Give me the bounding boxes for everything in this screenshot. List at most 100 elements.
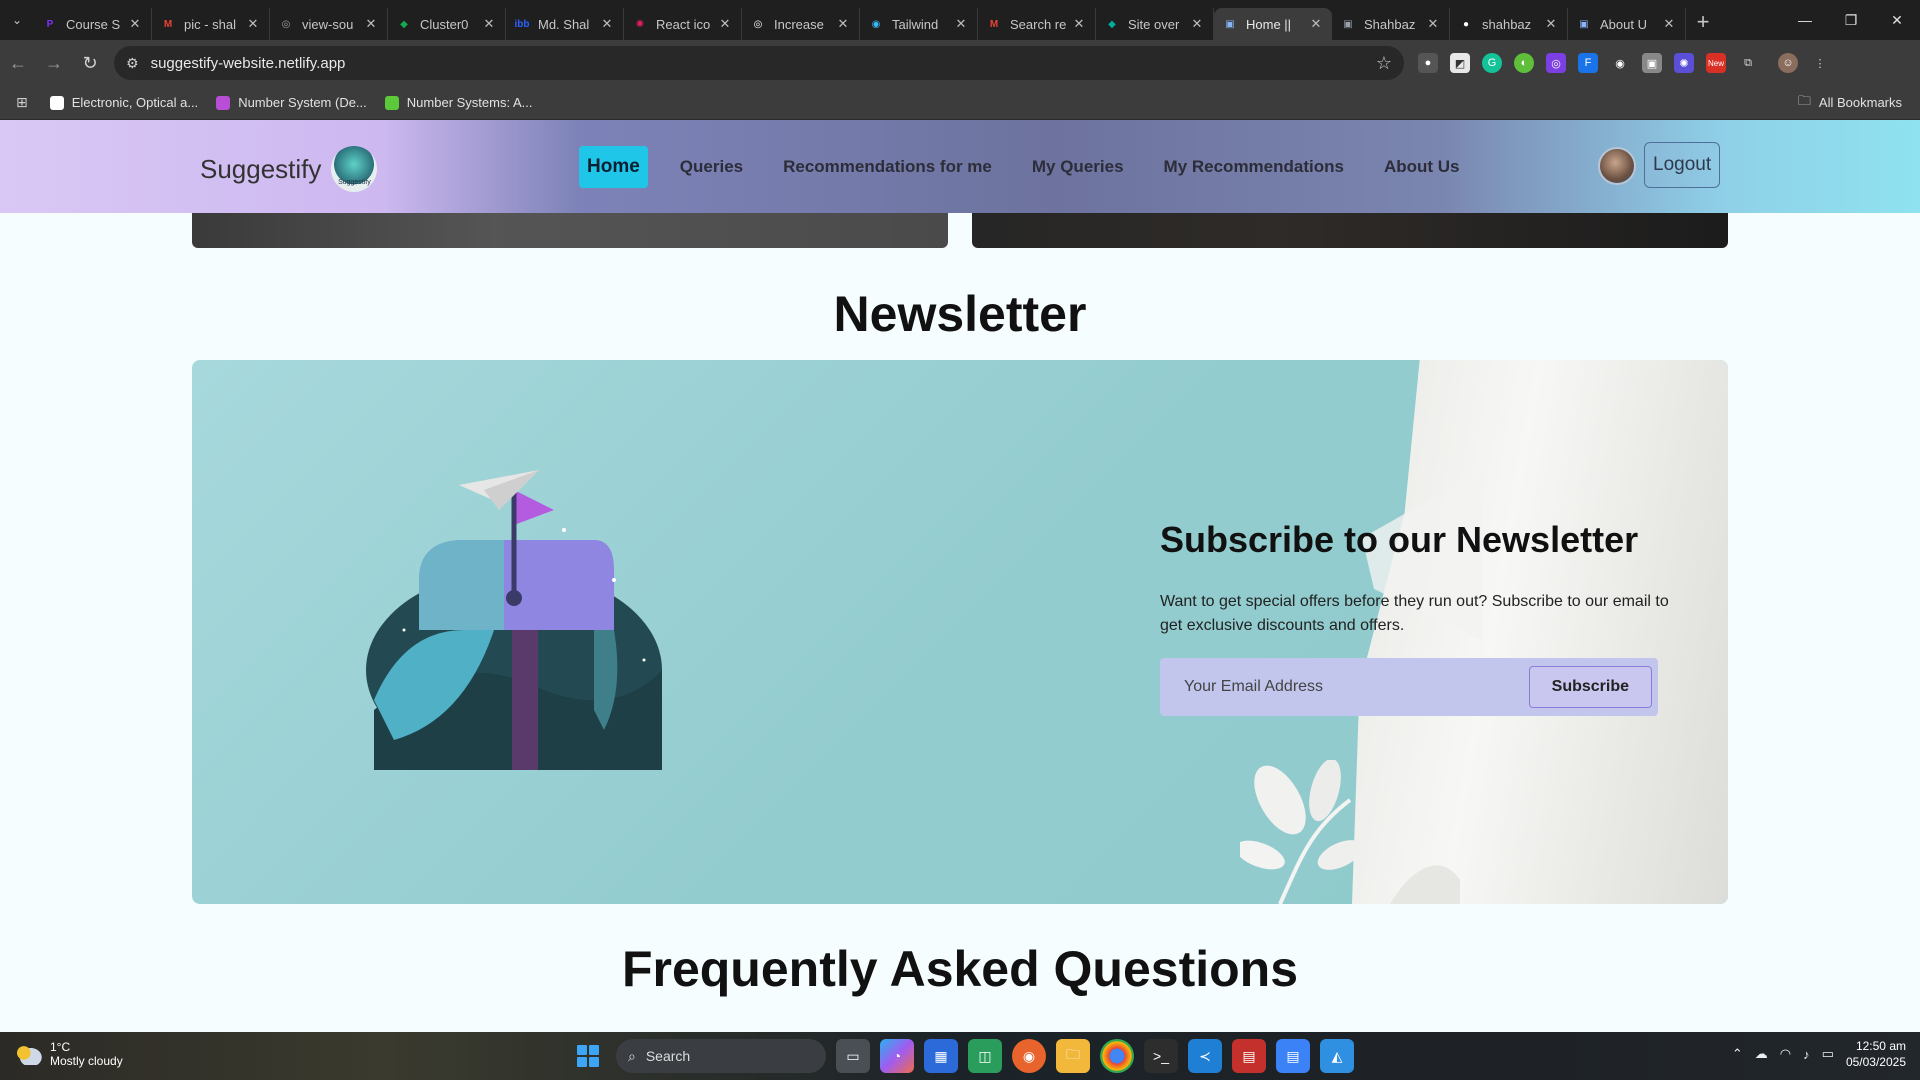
browser-tab[interactable]: ✺ React ico ✕ bbox=[624, 8, 742, 40]
tab-close-icon[interactable]: ✕ bbox=[1308, 16, 1324, 32]
extension-icon[interactable]: ◎ bbox=[1546, 53, 1566, 73]
user-avatar[interactable] bbox=[1598, 147, 1636, 185]
nav-link-queries[interactable]: Queries bbox=[672, 147, 751, 187]
onedrive-icon[interactable]: ☁ bbox=[1755, 1046, 1768, 1062]
bookmark-item[interactable]: Number System (De... bbox=[216, 95, 367, 110]
extension-icon[interactable]: ◉ bbox=[1610, 53, 1630, 73]
tab-close-icon[interactable]: ✕ bbox=[953, 16, 969, 32]
browser-tab[interactable]: ibb Md. Shal ✕ bbox=[506, 8, 624, 40]
reload-icon[interactable]: ↻ bbox=[72, 45, 108, 81]
tab-close-icon[interactable]: ✕ bbox=[1189, 16, 1205, 32]
clock[interactable]: 12:50 am 05/03/2025 bbox=[1846, 1038, 1906, 1070]
apps-grid-icon[interactable]: ⊞ bbox=[16, 94, 28, 111]
extension-icon[interactable]: ◩ bbox=[1450, 53, 1470, 73]
browser-tab[interactable]: P Course S ✕ bbox=[34, 8, 152, 40]
store-icon[interactable]: ▦ bbox=[924, 1039, 958, 1073]
nav-link-recommendations-for-me[interactable]: Recommendations for me bbox=[775, 147, 1000, 187]
browser-tab[interactable]: ◉ Tailwind ✕ bbox=[860, 8, 978, 40]
file-explorer-icon[interactable]: 🗀 bbox=[1056, 1039, 1090, 1073]
profile-avatar-icon[interactable]: ☺ bbox=[1778, 53, 1798, 73]
app-icon[interactable]: ▤ bbox=[1232, 1039, 1266, 1073]
clock-time: 12:50 am bbox=[1855, 1039, 1906, 1053]
vscode-icon[interactable]: ≺ bbox=[1188, 1039, 1222, 1073]
browser-tab[interactable]: ◆ Cluster0 ✕ bbox=[388, 8, 506, 40]
brand[interactable]: Suggestify Suggestify bbox=[200, 146, 378, 192]
copilot-icon[interactable]: ◔ bbox=[880, 1039, 914, 1073]
tab-close-icon[interactable]: ✕ bbox=[1071, 16, 1087, 32]
extensions-puzzle-icon[interactable]: ⧉ bbox=[1738, 53, 1758, 73]
browser-tab[interactable]: ▣ Shahbaz ✕ bbox=[1332, 8, 1450, 40]
site-navbar: Suggestify Suggestify Home Queries Recomme… bbox=[0, 120, 1920, 213]
tab-search-chevron-icon[interactable]: ⌄ bbox=[0, 0, 34, 40]
browser-tab[interactable]: ◎ Increase ✕ bbox=[742, 8, 860, 40]
tab-title: Shahbaz bbox=[1364, 16, 1416, 32]
address-bar[interactable]: ⚙ suggestify-website.netlify.app ☆ bbox=[114, 46, 1404, 80]
brand-name[interactable]: Suggestify bbox=[200, 154, 321, 185]
wifi-icon[interactable]: ◠ bbox=[1780, 1046, 1791, 1062]
subscribe-heading: Subscribe to our Newsletter bbox=[1160, 519, 1639, 560]
email-input[interactable] bbox=[1184, 678, 1529, 697]
chrome-icon[interactable] bbox=[1100, 1039, 1134, 1073]
browser-tab[interactable]: ▣ Home || ✕ bbox=[1214, 8, 1332, 40]
grammarly-icon[interactable]: G bbox=[1482, 53, 1502, 73]
all-bookmarks-button[interactable]: 🗀 All Bookmarks bbox=[1798, 92, 1902, 114]
firefox-icon[interactable]: ◉ bbox=[1012, 1039, 1046, 1073]
battery-icon[interactable]: ▭ bbox=[1822, 1046, 1834, 1062]
app-icon[interactable]: ◫ bbox=[968, 1039, 1002, 1073]
tab-close-icon[interactable]: ✕ bbox=[481, 16, 497, 32]
subscribe-button[interactable]: Subscribe bbox=[1528, 666, 1652, 709]
new-tab-button[interactable]: + bbox=[1686, 9, 1720, 35]
browser-tab[interactable]: Mpic - shal ✕ bbox=[152, 8, 270, 40]
tab-favicon-icon: M bbox=[989, 18, 999, 30]
tab-close-icon[interactable]: ✕ bbox=[363, 16, 379, 32]
bookmark-item[interactable]: Electronic, Optical a... bbox=[49, 95, 198, 110]
tab-close-icon[interactable]: ✕ bbox=[127, 16, 143, 32]
windows-start-icon[interactable] bbox=[570, 1038, 606, 1074]
restore-icon[interactable]: ❐ bbox=[1828, 0, 1874, 40]
browser-tab[interactable]: M Search re ✕ bbox=[978, 8, 1096, 40]
logout-button[interactable]: Logout bbox=[1644, 142, 1721, 188]
browser-menu-icon[interactable]: ⋮ bbox=[1810, 53, 1830, 73]
url-text[interactable]: suggestify-website.netlify.app bbox=[151, 55, 1376, 72]
browser-tab[interactable]: ◆ Site over ✕ bbox=[1096, 8, 1214, 40]
minimize-icon[interactable]: — bbox=[1782, 0, 1828, 40]
tab-close-icon[interactable]: ✕ bbox=[1425, 16, 1441, 32]
browser-tab[interactable]: ▣ About U ✕ bbox=[1568, 8, 1686, 40]
nav-link-my-queries[interactable]: My Queries bbox=[1024, 147, 1132, 187]
tab-close-icon[interactable]: ✕ bbox=[1543, 16, 1559, 32]
back-icon[interactable]: ← bbox=[0, 45, 36, 81]
site-info-icon[interactable]: ⚙ bbox=[126, 55, 139, 72]
tab-close-icon[interactable]: ✕ bbox=[1661, 16, 1677, 32]
browser-tab[interactable]: ◎ view-sou ✕ bbox=[270, 8, 388, 40]
taskbar-search[interactable]: ⌕ Search bbox=[616, 1039, 826, 1073]
tray-chevron-icon[interactable]: ⌃ bbox=[1732, 1046, 1743, 1062]
bookmark-star-icon[interactable]: ☆ bbox=[1376, 53, 1392, 74]
extension-icon[interactable]: F bbox=[1578, 53, 1598, 73]
camera-icon[interactable]: ▣ bbox=[1642, 53, 1662, 73]
taskbar-apps: ⌕ Search ▭ ◔ ▦ ◫ ◉ 🗀 >_ ≺ ▤ ▤ ◭ bbox=[570, 1038, 1354, 1074]
tab-close-icon[interactable]: ✕ bbox=[245, 16, 261, 32]
tab-close-icon[interactable]: ✕ bbox=[835, 16, 851, 32]
tab-title: Search re bbox=[1010, 16, 1067, 32]
subscribe-description: Want to get special offers before they r… bbox=[1160, 593, 1669, 635]
nav-link-about-us[interactable]: About Us bbox=[1376, 147, 1468, 187]
tab-close-icon[interactable]: ✕ bbox=[717, 16, 733, 32]
brand-logo[interactable]: Suggestify bbox=[331, 146, 378, 192]
extension-icon[interactable]: ● bbox=[1418, 53, 1438, 73]
browser-tab[interactable]: ● shahbaz ✕ bbox=[1450, 8, 1568, 40]
nav-link-home[interactable]: Home bbox=[579, 146, 648, 188]
task-view-icon[interactable]: ▭ bbox=[836, 1039, 870, 1073]
extension-icon[interactable]: ◐ bbox=[1514, 53, 1534, 73]
extension-new-icon[interactable]: New bbox=[1706, 53, 1726, 73]
forward-icon[interactable]: → bbox=[36, 45, 72, 81]
weather-widget[interactable]: 1°C Mostly cloudy bbox=[14, 1040, 123, 1069]
close-window-icon[interactable]: ✕ bbox=[1874, 0, 1920, 40]
terminal-icon[interactable]: >_ bbox=[1144, 1039, 1178, 1073]
tab-close-icon[interactable]: ✕ bbox=[599, 16, 615, 32]
volume-icon[interactable]: ♪ bbox=[1803, 1047, 1810, 1062]
extension-icon[interactable]: ✺ bbox=[1674, 53, 1694, 73]
notepad-icon[interactable]: ▤ bbox=[1276, 1039, 1310, 1073]
bookmark-item[interactable]: Number Systems: A... bbox=[384, 95, 532, 110]
nav-link-my-recommendations[interactable]: My Recommendations bbox=[1156, 147, 1352, 187]
app-icon[interactable]: ◭ bbox=[1320, 1039, 1354, 1073]
